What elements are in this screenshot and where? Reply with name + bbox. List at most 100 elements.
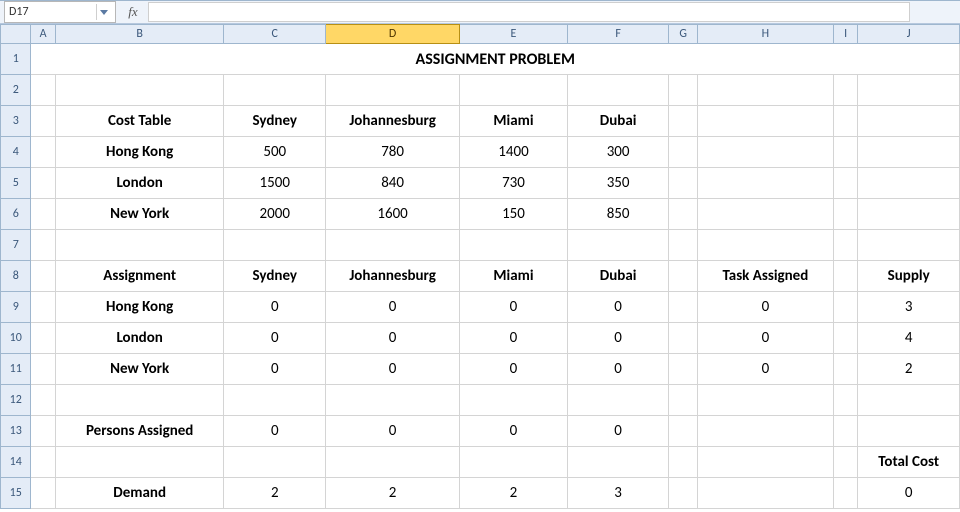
cell-B2[interactable] bbox=[55, 75, 224, 106]
cell-G9[interactable] bbox=[669, 292, 697, 323]
cell-E8[interactable]: Miami bbox=[460, 261, 568, 292]
cell-D9[interactable]: 0 bbox=[326, 292, 460, 323]
cell-H8[interactable]: Task Assigned bbox=[697, 261, 833, 292]
cell-J8[interactable]: Supply bbox=[858, 261, 960, 292]
cell-D14[interactable] bbox=[326, 447, 460, 478]
cell-J4[interactable] bbox=[858, 137, 960, 168]
cell-A9[interactable] bbox=[31, 292, 55, 323]
cell-J13[interactable] bbox=[858, 416, 960, 447]
cell-H14[interactable] bbox=[697, 447, 833, 478]
cell-D10[interactable]: 0 bbox=[326, 323, 460, 354]
formula-input[interactable] bbox=[148, 2, 910, 22]
cell-E3[interactable]: Miami bbox=[460, 106, 568, 137]
fx-button[interactable]: fx bbox=[122, 2, 144, 22]
row-header-13[interactable]: 13 bbox=[1, 416, 31, 447]
row-header-8[interactable]: 8 bbox=[1, 261, 31, 292]
cell-D5[interactable]: 840 bbox=[326, 168, 460, 199]
cell-H6[interactable] bbox=[697, 199, 833, 230]
select-all-corner[interactable] bbox=[1, 25, 31, 44]
cell-E4[interactable]: 1400 bbox=[460, 137, 568, 168]
row-header-12[interactable]: 12 bbox=[1, 385, 31, 416]
cell-I12[interactable] bbox=[833, 385, 857, 416]
cell-B5[interactable]: London bbox=[55, 168, 224, 199]
cell-A8[interactable] bbox=[31, 261, 55, 292]
cell-H5[interactable] bbox=[697, 168, 833, 199]
row-header-10[interactable]: 10 bbox=[1, 323, 31, 354]
cell-G2[interactable] bbox=[669, 75, 697, 106]
cell-J11[interactable]: 2 bbox=[858, 354, 960, 385]
cell-A7[interactable] bbox=[31, 230, 55, 261]
cell-H12[interactable] bbox=[697, 385, 833, 416]
cell-I13[interactable] bbox=[833, 416, 857, 447]
cell-E10[interactable]: 0 bbox=[460, 323, 568, 354]
cell-G11[interactable] bbox=[669, 354, 697, 385]
cell-C15[interactable]: 2 bbox=[224, 478, 326, 509]
cell-D8[interactable]: Johannesburg bbox=[326, 261, 460, 292]
cell-I11[interactable] bbox=[833, 354, 857, 385]
cell-C6[interactable]: 2000 bbox=[224, 199, 326, 230]
cell-J15[interactable]: 0 bbox=[858, 478, 960, 509]
cell-J9[interactable]: 3 bbox=[858, 292, 960, 323]
cell-F10[interactable]: 0 bbox=[567, 323, 669, 354]
cell-G14[interactable] bbox=[669, 447, 697, 478]
cell-G5[interactable] bbox=[669, 168, 697, 199]
column-header-I[interactable]: I bbox=[833, 25, 857, 44]
cell-I8[interactable] bbox=[833, 261, 857, 292]
cell-J10[interactable]: 4 bbox=[858, 323, 960, 354]
cell-A3[interactable] bbox=[31, 106, 55, 137]
cell-C8[interactable]: Sydney bbox=[224, 261, 326, 292]
grid[interactable]: ABCDEFGHIJ 1ASSIGNMENT PROBLEM23Cost Tab… bbox=[0, 24, 960, 509]
column-header-C[interactable]: C bbox=[224, 25, 326, 44]
row-header-9[interactable]: 9 bbox=[1, 292, 31, 323]
cell-F13[interactable]: 0 bbox=[567, 416, 669, 447]
cell-C9[interactable]: 0 bbox=[224, 292, 326, 323]
cell-G3[interactable] bbox=[669, 106, 697, 137]
cell-A11[interactable] bbox=[31, 354, 55, 385]
name-box[interactable]: D17 bbox=[4, 1, 116, 23]
cell-A10[interactable] bbox=[31, 323, 55, 354]
cell-E2[interactable] bbox=[460, 75, 568, 106]
row-header-4[interactable]: 4 bbox=[1, 137, 31, 168]
cell-A5[interactable] bbox=[31, 168, 55, 199]
cell-I10[interactable] bbox=[833, 323, 857, 354]
cell-D3[interactable]: Johannesburg bbox=[326, 106, 460, 137]
cell-E9[interactable]: 0 bbox=[460, 292, 568, 323]
cell-G8[interactable] bbox=[669, 261, 697, 292]
cell-H15[interactable] bbox=[697, 478, 833, 509]
cell-G12[interactable] bbox=[669, 385, 697, 416]
cell-E7[interactable] bbox=[460, 230, 568, 261]
cell-F2[interactable] bbox=[567, 75, 669, 106]
cell-B11[interactable]: New York bbox=[55, 354, 224, 385]
cell-C5[interactable]: 1500 bbox=[224, 168, 326, 199]
cell-B14[interactable] bbox=[55, 447, 224, 478]
cell-H9[interactable]: 0 bbox=[697, 292, 833, 323]
cell-H3[interactable] bbox=[697, 106, 833, 137]
cell-C12[interactable] bbox=[224, 385, 326, 416]
cell-D15[interactable]: 2 bbox=[326, 478, 460, 509]
column-header-D[interactable]: D bbox=[326, 25, 460, 44]
cell-B13[interactable]: Persons Assigned bbox=[55, 416, 224, 447]
cell-G10[interactable] bbox=[669, 323, 697, 354]
cell-I2[interactable] bbox=[833, 75, 857, 106]
cell-J3[interactable] bbox=[858, 106, 960, 137]
cell-B4[interactable]: Hong Kong bbox=[55, 137, 224, 168]
cell-F6[interactable]: 850 bbox=[567, 199, 669, 230]
cell-G6[interactable] bbox=[669, 199, 697, 230]
cell-D2[interactable] bbox=[326, 75, 460, 106]
cell-I7[interactable] bbox=[833, 230, 857, 261]
cell-A6[interactable] bbox=[31, 199, 55, 230]
cell-C10[interactable]: 0 bbox=[224, 323, 326, 354]
cell-B9[interactable]: Hong Kong bbox=[55, 292, 224, 323]
cell-D13[interactable]: 0 bbox=[326, 416, 460, 447]
cell-E11[interactable]: 0 bbox=[460, 354, 568, 385]
cell-F3[interactable]: Dubai bbox=[567, 106, 669, 137]
cell-A2[interactable] bbox=[31, 75, 55, 106]
cell-B7[interactable] bbox=[55, 230, 224, 261]
column-header-J[interactable]: J bbox=[858, 25, 960, 44]
cell-B10[interactable]: London bbox=[55, 323, 224, 354]
cell-F12[interactable] bbox=[567, 385, 669, 416]
cell-F14[interactable] bbox=[567, 447, 669, 478]
row-header-14[interactable]: 14 bbox=[1, 447, 31, 478]
cell-A12[interactable] bbox=[31, 385, 55, 416]
cell-C13[interactable]: 0 bbox=[224, 416, 326, 447]
